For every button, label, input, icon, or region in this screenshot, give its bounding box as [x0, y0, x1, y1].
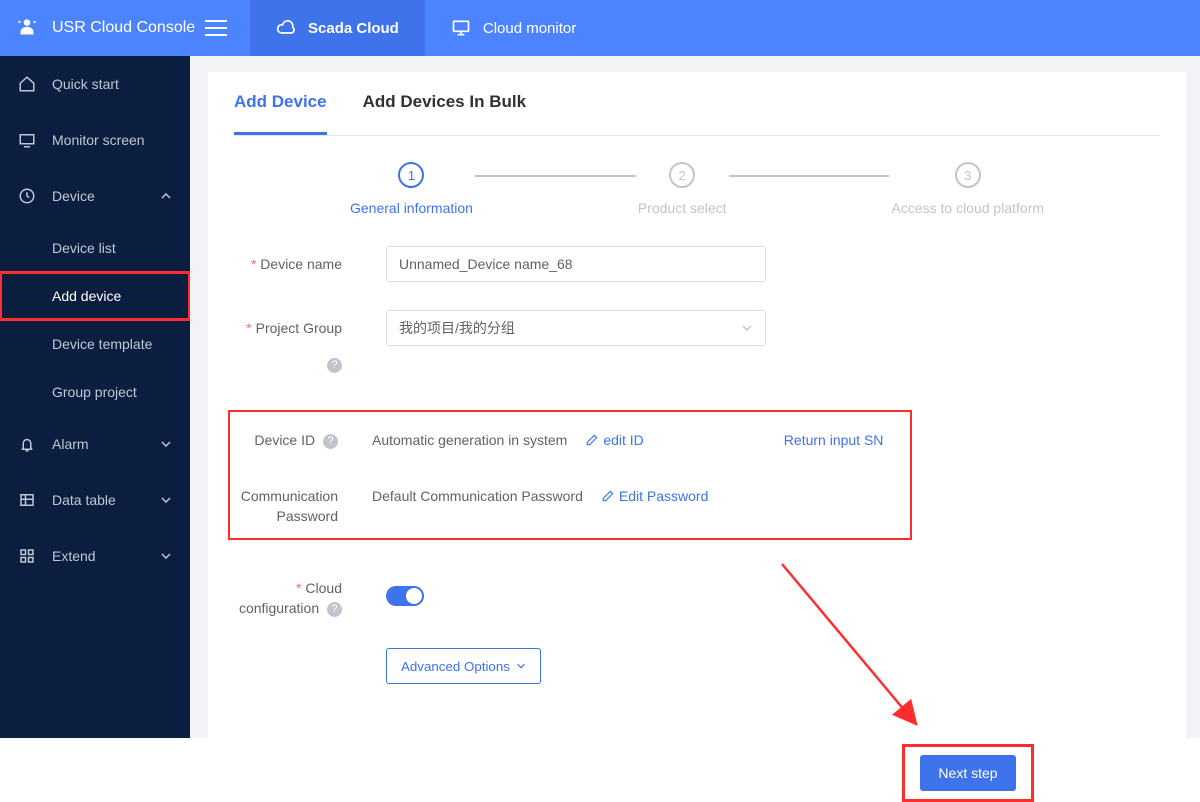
- sidebar-item-alarm[interactable]: Alarm: [0, 416, 190, 472]
- sidebar-item-device[interactable]: Device: [0, 168, 190, 224]
- tab-cloud-monitor[interactable]: Cloud monitor: [425, 0, 602, 56]
- brand-block: USR Cloud Console: [0, 15, 250, 41]
- tab-label: Scada Cloud: [308, 20, 399, 37]
- device-icon: [18, 187, 36, 205]
- step-number: 2: [669, 162, 695, 188]
- label-device-name: Device name: [234, 246, 352, 282]
- brand-text: USR Cloud Console: [52, 19, 195, 37]
- sidebar-item-monitor-screen[interactable]: Monitor screen: [0, 112, 190, 168]
- cloud-icon: [276, 18, 296, 38]
- topbar-tabs: Scada Cloud Cloud monitor: [250, 0, 602, 56]
- sidebar: Quick start Monitor screen Device Device…: [0, 56, 190, 738]
- row-advanced: Advanced Options: [234, 648, 1160, 684]
- step-connector: [475, 175, 636, 177]
- main-area: Add Device Add Devices In Bulk 1 General…: [190, 56, 1200, 738]
- panel: Add Device Add Devices In Bulk 1 General…: [208, 72, 1186, 738]
- alarm-icon: [18, 435, 36, 453]
- sidebar-item-label: Data table: [52, 492, 116, 508]
- chevron-down-icon: [160, 494, 172, 506]
- screen-icon: [18, 131, 36, 149]
- sidebar-item-label: Quick start: [52, 76, 119, 92]
- annotation-highlight-next: Next step: [902, 744, 1034, 802]
- step-connector: [729, 175, 890, 177]
- next-step-button[interactable]: Next step: [920, 755, 1015, 791]
- label-project-group: Project Group ?: [234, 310, 352, 382]
- step-label: Access to cloud platform: [891, 200, 1044, 216]
- device-name-input[interactable]: [386, 246, 766, 282]
- sidebar-item-label: Alarm: [52, 436, 89, 452]
- chevron-down-icon: [160, 550, 172, 562]
- edit-password-link[interactable]: Edit Password: [601, 486, 708, 506]
- sidebar-sub-device-list[interactable]: Device list: [0, 224, 190, 272]
- step-3: 3 Access to cloud platform: [891, 162, 1044, 216]
- row-communication-password: Communication Password Default Communica…: [236, 486, 904, 526]
- tab-add-devices-bulk[interactable]: Add Devices In Bulk: [363, 92, 526, 135]
- monitor-icon: [451, 18, 471, 38]
- chevron-up-icon: [160, 190, 172, 202]
- tab-label: Cloud monitor: [483, 20, 576, 37]
- label-device-id: Device ID ?: [236, 422, 348, 458]
- step-2: 2 Product select: [638, 162, 727, 216]
- help-icon[interactable]: ?: [323, 434, 338, 449]
- sidebar-item-data-table[interactable]: Data table: [0, 472, 190, 528]
- return-sn-link[interactable]: Return input SN: [784, 422, 884, 458]
- sidebar-sub-add-device[interactable]: Add device: [0, 272, 190, 320]
- label-communication-password: Communication Password: [236, 486, 348, 526]
- home-icon: [18, 75, 36, 93]
- help-icon[interactable]: ?: [327, 358, 342, 373]
- chevron-down-icon: [741, 322, 753, 334]
- sidebar-item-quick-start[interactable]: Quick start: [0, 56, 190, 112]
- wizard-steps: 1 General information 2 Product select 3…: [350, 162, 1044, 216]
- help-icon[interactable]: ?: [327, 602, 342, 617]
- advanced-options-button[interactable]: Advanced Options: [386, 648, 541, 684]
- sidebar-item-label: Extend: [52, 548, 96, 564]
- row-cloud-config: Cloud configuration ?: [234, 578, 1160, 618]
- cloud-config-toggle[interactable]: [386, 586, 424, 606]
- menu-toggle-icon[interactable]: [205, 19, 227, 37]
- chevron-down-icon: [160, 438, 172, 450]
- label-cloud-config: Cloud configuration ?: [234, 578, 352, 618]
- step-number: 1: [398, 162, 424, 188]
- step-label: Product select: [638, 200, 727, 216]
- row-project-group: Project Group ? 我的项目/我的分组: [234, 310, 1160, 382]
- tab-scada-cloud[interactable]: Scada Cloud: [250, 0, 425, 56]
- step-label: General information: [350, 200, 473, 216]
- row-device-id: Device ID ? Automatic generation in syst…: [236, 422, 904, 458]
- select-value: 我的项目/我的分组: [399, 318, 515, 338]
- row-device-name: Device name: [234, 246, 1160, 282]
- tab-add-device[interactable]: Add Device: [234, 92, 327, 135]
- logo-icon: [14, 15, 40, 41]
- device-id-text: Automatic generation in system: [372, 422, 567, 458]
- step-number: 3: [955, 162, 981, 188]
- sidebar-sub-group-project[interactable]: Group project: [0, 368, 190, 416]
- topbar: USR Cloud Console Scada Cloud Cloud moni…: [0, 0, 1200, 56]
- edit-id-link[interactable]: edit ID: [585, 422, 643, 458]
- sidebar-item-label: Device: [52, 188, 95, 204]
- step-1: 1 General information: [350, 162, 473, 216]
- sidebar-item-label: Monitor screen: [52, 132, 145, 148]
- extend-icon: [18, 547, 36, 565]
- project-group-select[interactable]: 我的项目/我的分组: [386, 310, 766, 346]
- content-tabs: Add Device Add Devices In Bulk: [234, 92, 1160, 136]
- sidebar-sub-device-template[interactable]: Device template: [0, 320, 190, 368]
- form: Device name Project Group ? 我的项目/我的分组 De…: [234, 246, 1160, 684]
- highlighted-section: Device ID ? Automatic generation in syst…: [228, 410, 912, 540]
- sidebar-item-extend[interactable]: Extend: [0, 528, 190, 584]
- comm-password-text: Default Communication Password: [372, 486, 583, 506]
- table-icon: [18, 491, 36, 509]
